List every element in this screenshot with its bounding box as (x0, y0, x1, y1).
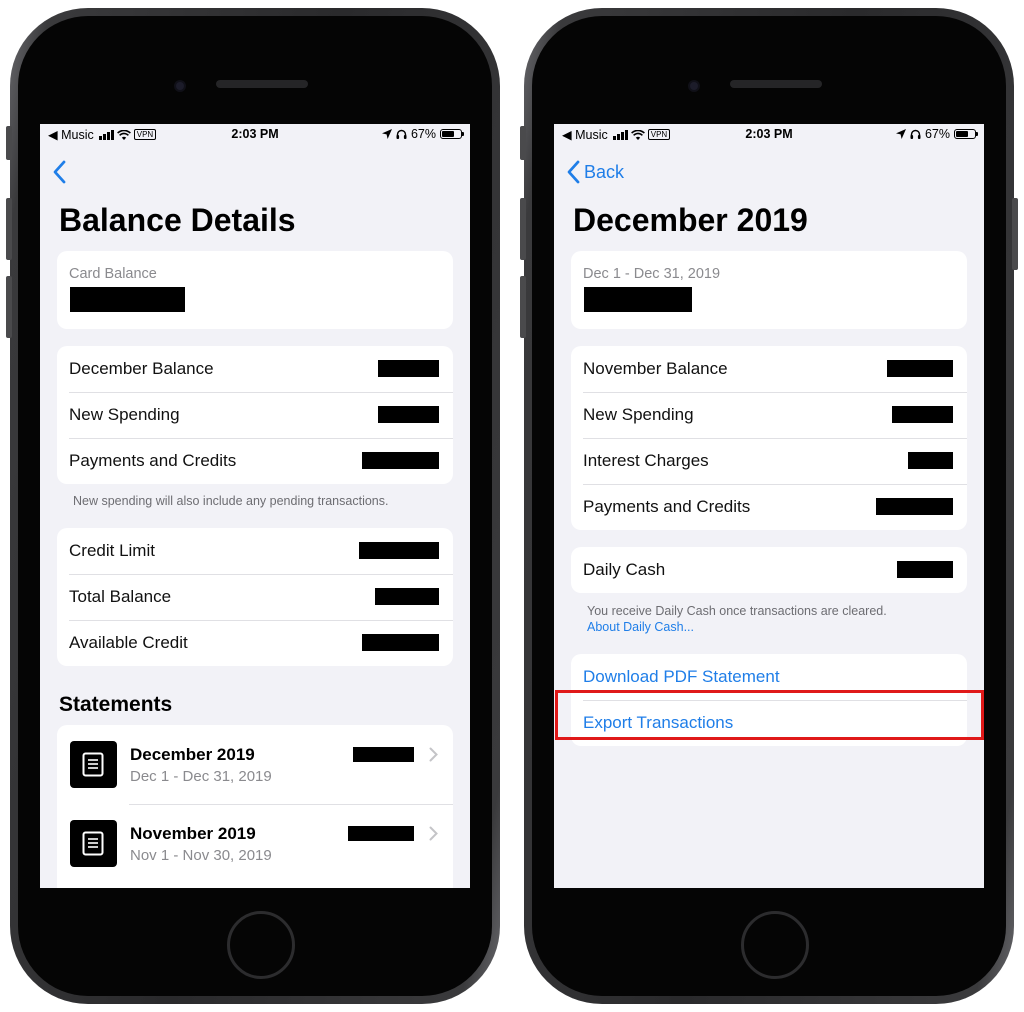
volume-up-button (6, 198, 12, 260)
pending-note: New spending will also include any pendi… (73, 494, 389, 508)
row-label: November Balance (583, 359, 728, 378)
screen-december-statement: ◀ Music VPN 2:03 PM 67% Back December 20… (554, 124, 984, 888)
row-daily-cash: Daily Cash (571, 547, 967, 593)
back-label: Back (584, 161, 625, 182)
statement-period-label: Dec 1 - Dec 31, 2019 (583, 266, 721, 282)
row-label: Available Credit (69, 633, 188, 652)
row-total-balance: Total Balance (57, 574, 453, 620)
amount-redacted (378, 360, 439, 377)
volume-down-button (6, 276, 12, 338)
statement-balance-redacted (584, 287, 692, 312)
amount-redacted (887, 360, 953, 377)
amount-redacted (359, 542, 439, 559)
phone-right: ◀ Music VPN 2:03 PM 67% Back December 20… (520, 8, 1018, 1004)
back-button[interactable]: Back (566, 160, 624, 184)
statement-item-november[interactable]: November 2019 Nov 1 - Nov 30, 2019 (57, 804, 453, 883)
mute-switch (6, 126, 12, 160)
amount-redacted (876, 498, 953, 515)
row-interest-charges: Interest Charges (571, 438, 967, 484)
daily-cash-note-block: You receive Daily Cash once transactions… (587, 603, 887, 635)
amount-redacted (348, 826, 414, 841)
amount-redacted (362, 452, 439, 469)
statement-summary-card: November Balance New Spending Interest C… (571, 346, 967, 530)
daily-cash-card: Daily Cash (571, 547, 967, 593)
row-label: Daily Cash (583, 560, 666, 579)
row-label: New Spending (583, 405, 694, 424)
row-label: New Spending (69, 405, 180, 424)
statement-range: Nov 1 - Nov 30, 2019 (130, 847, 272, 864)
amount-redacted (375, 588, 439, 605)
row-label: Total Balance (69, 587, 172, 606)
row-label: Interest Charges (583, 451, 709, 470)
row-available-credit: Available Credit (57, 620, 453, 666)
amount-redacted (353, 747, 414, 762)
row-credit-limit: Credit Limit (57, 528, 453, 574)
statement-item-december[interactable]: December 2019 Dec 1 - Dec 31, 2019 (57, 725, 453, 804)
status-bar: ◀ Music VPN 2:03 PM 67% (40, 124, 470, 144)
card-balance-card: Card Balance (57, 251, 453, 329)
earpiece-speaker (730, 80, 822, 88)
chevron-right-icon (429, 826, 438, 841)
statement-name: November 2019 (130, 824, 256, 843)
phone-left: ◀ Music VPN 2:03 PM 67% Balance Details … (6, 8, 500, 1004)
statement-name: December 2019 (130, 745, 255, 764)
row-november-balance: November Balance (571, 346, 967, 392)
card-balance-redacted (70, 287, 185, 312)
amount-redacted (897, 561, 953, 578)
row-december-balance: December Balance (57, 346, 453, 392)
home-button[interactable] (741, 911, 809, 979)
power-button (1012, 198, 1018, 270)
row-label: Payments and Credits (583, 497, 751, 516)
about-daily-cash-link[interactable]: About Daily Cash... (587, 619, 887, 635)
amount-redacted (892, 406, 953, 423)
row-new-spending: New Spending (57, 392, 453, 438)
location-arrow-icon (895, 129, 906, 139)
statement-period-card: Dec 1 - Dec 31, 2019 (571, 251, 967, 329)
document-icon (70, 820, 117, 867)
volume-down-button (520, 276, 526, 338)
status-bar: ◀ Music VPN 2:03 PM 67% (554, 124, 984, 144)
battery-icon (440, 129, 464, 139)
row-label: Payments and Credits (69, 451, 237, 470)
mute-switch (520, 126, 526, 160)
row-payments-credits: Payments and Credits (571, 484, 967, 530)
amount-redacted (362, 634, 439, 651)
statements-list: December 2019 Dec 1 - Dec 31, 2019 Novem… (57, 725, 453, 888)
row-label: Credit Limit (69, 541, 155, 560)
amount-redacted (908, 452, 953, 469)
balance-summary-card: December Balance New Spending Payments a… (57, 346, 453, 484)
credit-card: Credit Limit Total Balance Available Cre… (57, 528, 453, 666)
page-title: Balance Details (59, 202, 296, 238)
earpiece-speaker (216, 80, 308, 88)
highlight-box (555, 690, 984, 740)
home-button[interactable] (227, 911, 295, 979)
card-balance-label: Card Balance (69, 266, 157, 282)
battery-icon (954, 129, 978, 139)
chevron-right-icon (429, 747, 438, 762)
amount-redacted (378, 406, 439, 423)
daily-cash-note: You receive Daily Cash once transactions… (587, 604, 887, 618)
location-arrow-icon (381, 129, 392, 139)
headphones-icon (910, 129, 921, 139)
row-payments-credits: Payments and Credits (57, 438, 453, 484)
chevron-left-icon (53, 160, 66, 184)
page-title: December 2019 (573, 202, 808, 238)
back-button[interactable] (52, 160, 70, 184)
volume-up-button (520, 198, 526, 260)
battery-percent: 67% (410, 127, 436, 141)
chevron-left-icon (567, 160, 580, 184)
front-camera (688, 80, 700, 92)
front-camera (174, 80, 186, 92)
battery-percent: 67% (924, 127, 950, 141)
document-icon (70, 741, 117, 788)
headphones-icon (396, 129, 407, 139)
row-new-spending: New Spending (571, 392, 967, 438)
screen-balance-details: ◀ Music VPN 2:03 PM 67% Balance Details … (40, 124, 470, 888)
statements-heading: Statements (59, 693, 173, 716)
row-label: December Balance (69, 359, 214, 378)
statement-range: Dec 1 - Dec 31, 2019 (130, 768, 272, 785)
